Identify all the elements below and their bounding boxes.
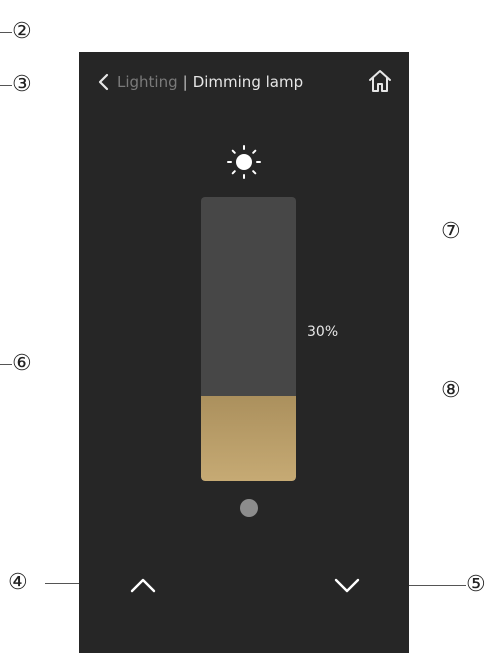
breadcrumb: Lighting | Dimming lamp bbox=[97, 70, 303, 94]
callout-2: ② bbox=[12, 19, 32, 44]
home-icon[interactable] bbox=[367, 68, 393, 94]
chevron-left-icon[interactable] bbox=[97, 73, 111, 91]
sun-icon bbox=[227, 145, 261, 179]
callout-8: ⑧ bbox=[441, 378, 461, 403]
callout-6-leader bbox=[0, 364, 12, 365]
chevron-down-icon[interactable] bbox=[331, 569, 363, 601]
chevron-up-icon[interactable] bbox=[127, 569, 159, 601]
callout-6: ⑥ bbox=[12, 351, 32, 376]
brightness-level-fill bbox=[201, 395, 296, 481]
callout-2-leader bbox=[0, 32, 12, 33]
brightness-slider[interactable] bbox=[201, 197, 296, 481]
breadcrumb-separator: | bbox=[182, 73, 188, 91]
callout-3-leader bbox=[0, 85, 12, 86]
brightness-percent: 30% bbox=[307, 324, 339, 340]
callout-3: ③ bbox=[12, 72, 32, 97]
page-title: Dimming lamp bbox=[192, 73, 304, 91]
dimming-lamp-screen: Lighting | Dimming lamp 30% bbox=[79, 52, 409, 653]
callout-5: ⑤ bbox=[466, 572, 486, 597]
indicator-dot bbox=[240, 499, 258, 517]
callout-4: ④ bbox=[8, 570, 28, 595]
callout-7: ⑦ bbox=[441, 219, 461, 244]
breadcrumb-parent-lighting[interactable]: Lighting bbox=[117, 73, 178, 91]
